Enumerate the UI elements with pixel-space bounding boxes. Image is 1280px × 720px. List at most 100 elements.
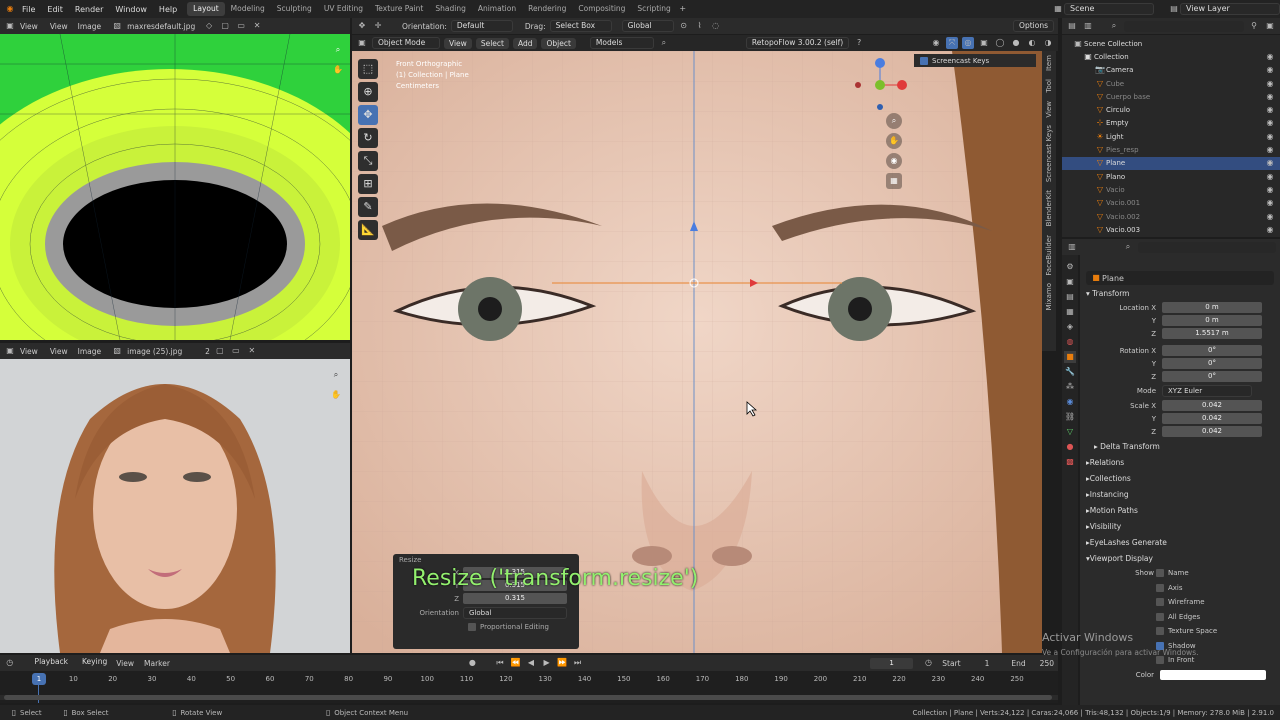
outliner-item[interactable]: ▽ Cuerpo base ◉ [1062,90,1280,103]
section-collections[interactable]: ▸ Collections [1080,470,1280,486]
view-menu-4[interactable]: View [50,347,68,356]
annotate-tool-icon[interactable]: ✎ [358,197,378,217]
image-browse-icon-2[interactable]: ▧ [111,345,123,357]
section-instancing[interactable]: ▸ Instancing [1080,486,1280,502]
view-menu[interactable]: View [20,22,38,31]
pivot-icon[interactable]: ⊙ [678,20,690,32]
sidebar-tab-blenderkit[interactable]: BlenderKit [1045,186,1053,230]
sidebar-tab-tool[interactable]: Tool [1045,75,1053,97]
snap-icon[interactable]: ⌇ [694,20,706,32]
new-collection-icon[interactable]: ▣ [1264,20,1276,32]
resize-orientation-dropdown[interactable]: Global [463,606,567,619]
eye-visibility-icon[interactable]: ◉ [1264,117,1276,129]
show-checkbox[interactable] [1156,598,1164,607]
eye-visibility-icon[interactable]: ◉ [1264,78,1276,90]
workspace-tab-modeling[interactable]: Modeling [225,2,271,16]
screencast-keys-panel[interactable]: Screencast Keys [914,54,1036,67]
properties-search-icon[interactable]: ⌕ [1122,241,1134,253]
shield-icon[interactable]: ◇ [203,20,215,32]
playback-menu[interactable]: Playback [30,657,73,669]
sidebar-tab-facebuilder[interactable]: FaceBuilder [1045,231,1053,280]
jump-start-icon[interactable]: ⏮ [494,657,506,669]
mode-dropdown[interactable]: Object Mode [372,37,440,49]
outliner-item[interactable]: ☀ Light ◉ [1062,130,1280,143]
outliner-item[interactable]: ▽ Plano ◉ [1062,170,1280,183]
scene-collection-row[interactable]: ▣ Scene Collection [1062,37,1280,50]
image-editor-top-canvas[interactable]: ⌕ ✋ [0,34,350,340]
proportional-editing-checkbox[interactable] [468,622,476,631]
material-shading-icon[interactable]: ◐ [1026,37,1038,49]
orientation-dropdown[interactable]: Default [450,20,513,32]
help-icon[interactable]: ? [853,37,865,49]
editor-type-icon-2[interactable]: ▣ [4,345,16,357]
timeline-scrollbar[interactable] [0,695,1058,700]
search-icon[interactable]: ⌕ [658,37,670,49]
editor-type-icon-3[interactable]: ▣ [356,37,368,49]
rotate-tool-icon[interactable]: ↻ [358,128,378,148]
viewport-view-menu[interactable]: View [444,37,472,49]
current-frame-field[interactable]: 1 [870,657,913,669]
location-x-field[interactable]: 0 m [1162,302,1262,313]
eye-visibility-icon[interactable]: ◉ [1264,157,1276,169]
menu-help[interactable]: Help [153,5,183,14]
constraints-tab-icon[interactable]: ⛓ [1064,411,1076,423]
location-y-field[interactable]: 0 m [1162,315,1262,326]
3d-viewport[interactable]: Front Orthographic (1) Collection | Plan… [352,51,1042,653]
workspace-tab-layout[interactable]: Layout [187,2,225,16]
visibility-icon[interactable]: ◉ [930,37,942,49]
color-swatch[interactable] [1160,669,1266,680]
sidebar-tab-item[interactable]: Item [1045,51,1053,75]
outliner-search-icon[interactable]: ⌕ [1108,20,1120,32]
workspace-tab-animation[interactable]: Animation [472,2,522,16]
outliner-item[interactable]: ⊹ Empty ◉ [1062,117,1280,130]
section-motion-paths[interactable]: ▸ Motion Paths [1080,502,1280,518]
move-tool-button-icon[interactable]: ✥ [358,105,378,125]
outliner-search-input[interactable] [1124,20,1244,32]
select-box-tool-icon[interactable]: ⬚ [358,59,378,79]
transform-tool-icon[interactable]: ⊞ [358,174,378,194]
particles-tab-icon[interactable]: ⁂ [1064,381,1076,393]
next-keyframe-icon[interactable]: ⏩ [556,657,568,669]
display-mode-icon[interactable]: ▥ [1082,20,1094,32]
scale-x-field[interactable]: 0.042 [1162,400,1262,411]
outliner-item[interactable]: ▣ Collection ◉ [1062,50,1280,63]
record-icon[interactable]: ● [467,657,479,669]
rotation-y-field[interactable]: 0° [1162,358,1262,369]
workspace-tab-sculpting[interactable]: Sculpting [271,2,318,16]
cursor-tool-icon[interactable]: ⊕ [358,82,378,102]
timeline-editor-icon[interactable]: ◷ [4,657,16,669]
zoom-view-icon[interactable]: ⌕ [886,113,902,129]
menu-render[interactable]: Render [69,5,109,14]
workspace-tab-shading[interactable]: Shading [429,2,471,16]
rendered-shading-icon[interactable]: ◑ [1042,37,1054,49]
outliner-item[interactable]: ▽ Vacio.003 ◉ [1062,223,1280,236]
outliner-item[interactable]: ▽ Circulo ◉ [1062,103,1280,116]
transform-orientation-dropdown[interactable]: Global [621,20,674,32]
properties-editor-icon[interactable]: ▥ [1066,241,1078,253]
wireframe-shading-icon[interactable]: ◯ [994,37,1006,49]
timeline-view-menu[interactable]: View [116,659,134,668]
add-workspace-icon[interactable]: + [677,3,689,15]
resize-panel-title[interactable]: Resize [393,554,579,566]
open-image-icon[interactable]: ▭ [235,20,247,32]
show-checkbox[interactable] [1156,583,1164,592]
playhead[interactable]: 1 [32,673,46,685]
texture-tab-icon[interactable]: ▩ [1064,456,1076,468]
rotation-mode-dropdown[interactable]: XYZ Euler [1162,385,1252,397]
outliner-item[interactable]: ▽ Vacio ◉ [1062,183,1280,196]
eye-visibility-icon[interactable]: ◉ [1264,197,1276,209]
gizmo-icon[interactable]: ⤧ [946,37,958,49]
physics-tab-icon[interactable]: ◉ [1064,396,1076,408]
marker-menu[interactable]: Marker [144,659,170,668]
show-option[interactable]: Wireframe [1080,595,1280,610]
workspace-tab-texture-paint[interactable]: Texture Paint [369,2,429,16]
sidebar-tab-view[interactable]: View [1045,97,1053,122]
section-visibility[interactable]: ▸ Visibility [1080,518,1280,534]
image-name-2[interactable]: image (25).jpg [127,347,201,356]
workspace-tab-scripting[interactable]: Scripting [631,2,676,16]
viewport-object-menu[interactable]: Object [541,37,576,49]
retopoflow-button[interactable]: RetopoFlow 3.00.2 (self) [745,37,850,49]
eye-visibility-icon[interactable]: ◉ [1264,184,1276,196]
eye-visibility-icon[interactable]: ◉ [1264,64,1276,76]
rotation-x-field[interactable]: 0° [1162,345,1262,356]
